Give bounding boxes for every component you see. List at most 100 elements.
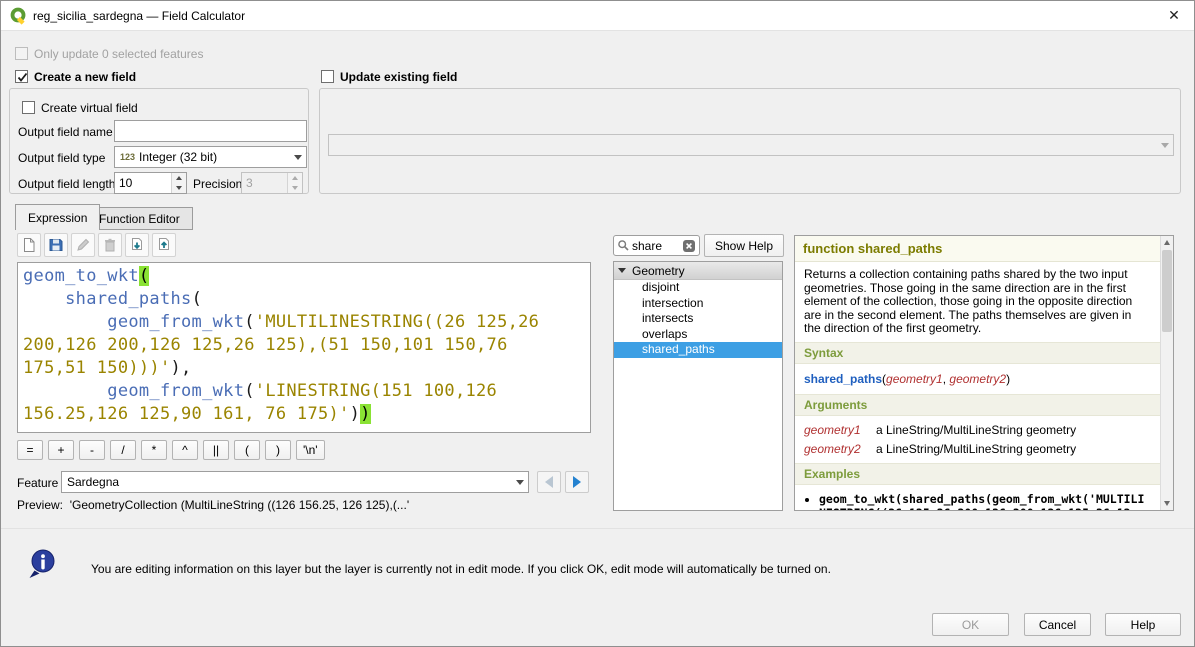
integer-type-icon: 123 bbox=[120, 152, 135, 162]
update-existing-field-checkbox[interactable]: Update existing field bbox=[321, 69, 457, 84]
edit-expression-icon bbox=[75, 237, 91, 253]
help-button[interactable]: Help bbox=[1105, 613, 1181, 636]
operator-button-4[interactable]: * bbox=[141, 440, 167, 460]
argument-desc: a LineString/MultiLineString geometry bbox=[876, 442, 1151, 456]
operator-button-8[interactable]: ) bbox=[265, 440, 291, 460]
chevron-down-icon[interactable] bbox=[511, 472, 528, 492]
help-description: Returns a collection containing paths sh… bbox=[795, 262, 1160, 342]
function-search bbox=[613, 235, 700, 256]
qgis-logo-icon bbox=[9, 6, 28, 28]
only-update-selected-checkbox[interactable]: Only update 0 selected features bbox=[15, 46, 203, 61]
ok-button[interactable]: OK bbox=[932, 613, 1009, 636]
edit-mode-message: You are editing information on this laye… bbox=[91, 562, 831, 576]
delete-expression-button[interactable] bbox=[98, 233, 122, 257]
function-item-shared_paths[interactable]: shared_paths bbox=[614, 342, 782, 358]
geometry-group-header[interactable]: Geometry bbox=[614, 262, 782, 280]
previous-feature-button[interactable] bbox=[537, 471, 561, 493]
output-field-type-select[interactable]: 123 Integer (32 bit) bbox=[114, 146, 307, 168]
function-item-disjoint[interactable]: disjoint bbox=[614, 280, 782, 296]
expression-editor[interactable]: geom_to_wkt( shared_paths( geom_from_wkt… bbox=[17, 262, 591, 433]
function-list: disjointintersectionintersectsoverlapssh… bbox=[614, 280, 782, 358]
output-field-type-label: Output field type bbox=[18, 151, 105, 165]
output-field-type-value: Integer (32 bit) bbox=[139, 150, 217, 164]
help-scrollbar[interactable] bbox=[1160, 236, 1173, 510]
close-button[interactable]: ✕ bbox=[1164, 5, 1184, 25]
help-content: function shared_paths Returns a collecti… bbox=[795, 236, 1160, 510]
chevron-down-icon bbox=[1164, 501, 1170, 506]
export-expression-button[interactable] bbox=[152, 233, 176, 257]
existing-field-select[interactable] bbox=[328, 134, 1174, 156]
arguments-header: Arguments bbox=[795, 394, 1160, 416]
save-expression-button[interactable] bbox=[44, 233, 68, 257]
chevron-left-icon bbox=[545, 476, 553, 488]
edit-expression-button[interactable] bbox=[71, 233, 95, 257]
clear-search-button[interactable] bbox=[682, 239, 696, 253]
expression-line: 156.25,126 125,90 161, 76 175)')) bbox=[23, 403, 585, 426]
close-icon: ✕ bbox=[1168, 7, 1180, 23]
clear-search-icon bbox=[682, 239, 696, 253]
arguments-table: geometry1a LineString/MultiLineString ge… bbox=[795, 416, 1160, 463]
scroll-down-button[interactable] bbox=[1161, 497, 1173, 510]
tab-expression[interactable]: Expression bbox=[15, 204, 100, 230]
output-field-length-spinner[interactable] bbox=[114, 172, 187, 194]
operator-button-2[interactable]: - bbox=[79, 440, 105, 460]
tab-function-editor[interactable]: Function Editor bbox=[86, 207, 193, 230]
tab-label: Function Editor bbox=[99, 212, 180, 226]
create-new-field-checkbox[interactable]: Create a new field bbox=[15, 69, 136, 84]
function-item-intersection[interactable]: intersection bbox=[614, 296, 782, 312]
tab-label: Expression bbox=[28, 211, 87, 225]
spinner-up-button[interactable] bbox=[172, 173, 186, 183]
spinner-down-button[interactable] bbox=[172, 183, 186, 193]
operator-button-3[interactable]: / bbox=[110, 440, 136, 460]
scrollbar-thumb[interactable] bbox=[1162, 250, 1172, 332]
new-expression-button[interactable] bbox=[17, 233, 41, 257]
chevron-down-icon bbox=[292, 186, 298, 190]
help-title: function shared_paths bbox=[795, 236, 1160, 262]
syntax-header: Syntax bbox=[795, 342, 1160, 364]
feature-value: Sardegna bbox=[62, 475, 511, 489]
operator-button-9[interactable]: '\n' bbox=[296, 440, 325, 460]
cancel-button[interactable]: Cancel bbox=[1024, 613, 1091, 636]
precision-label: Precision bbox=[193, 177, 242, 191]
import-expression-button[interactable] bbox=[125, 233, 149, 257]
delete-expression-icon bbox=[102, 237, 118, 253]
chevron-down-icon[interactable] bbox=[289, 147, 306, 167]
operator-button-row: =+-/*^||()'\n' bbox=[17, 440, 325, 460]
function-item-overlaps[interactable]: overlaps bbox=[614, 327, 782, 343]
operator-button-5[interactable]: ^ bbox=[172, 440, 198, 460]
expression-line: geom_to_wkt( bbox=[23, 265, 585, 288]
chevron-down-icon[interactable] bbox=[1156, 135, 1173, 155]
function-search-input[interactable] bbox=[632, 239, 680, 253]
chevron-right-icon bbox=[573, 476, 581, 488]
example-code: geom_to_wkt(shared_paths(geom_from_wkt('… bbox=[819, 492, 1144, 511]
spinner-up-button[interactable] bbox=[288, 173, 302, 183]
search-icon bbox=[617, 239, 630, 252]
checkbox-label: Create virtual field bbox=[41, 101, 138, 115]
checkbox-indicator bbox=[15, 70, 28, 83]
output-field-name-label: Output field name bbox=[18, 125, 113, 139]
checkbox-label: Update existing field bbox=[340, 70, 457, 84]
chevron-up-icon bbox=[1164, 240, 1170, 245]
checkmark-icon bbox=[15, 70, 30, 85]
show-help-button[interactable]: Show Help bbox=[704, 234, 784, 257]
examples-header: Examples bbox=[795, 463, 1160, 485]
expression-line: 175,51 150)))'), bbox=[23, 357, 585, 380]
operator-button-7[interactable]: ( bbox=[234, 440, 260, 460]
create-virtual-field-checkbox[interactable]: Create virtual field bbox=[22, 100, 138, 115]
function-item-intersects[interactable]: intersects bbox=[614, 311, 782, 327]
operator-button-6[interactable]: || bbox=[203, 440, 229, 460]
syntax-signature: shared_paths(geometry1, geometry2) bbox=[795, 364, 1160, 394]
next-feature-button[interactable] bbox=[565, 471, 589, 493]
operator-button-1[interactable]: + bbox=[48, 440, 74, 460]
feature-select[interactable]: Sardegna bbox=[61, 471, 529, 493]
argument-name: geometry1 bbox=[804, 423, 876, 437]
precision-value[interactable] bbox=[242, 173, 287, 193]
spinner-down-button[interactable] bbox=[288, 183, 302, 193]
scroll-up-button[interactable] bbox=[1161, 236, 1173, 249]
operator-button-0[interactable]: = bbox=[17, 440, 43, 460]
field-calculator-window: reg_sicilia_sardegna — Field Calculator … bbox=[0, 0, 1195, 647]
output-field-length-value[interactable] bbox=[115, 173, 171, 193]
precision-spinner[interactable] bbox=[241, 172, 303, 194]
output-field-name-input[interactable] bbox=[114, 120, 307, 142]
update-existing-groupbox bbox=[319, 88, 1181, 194]
